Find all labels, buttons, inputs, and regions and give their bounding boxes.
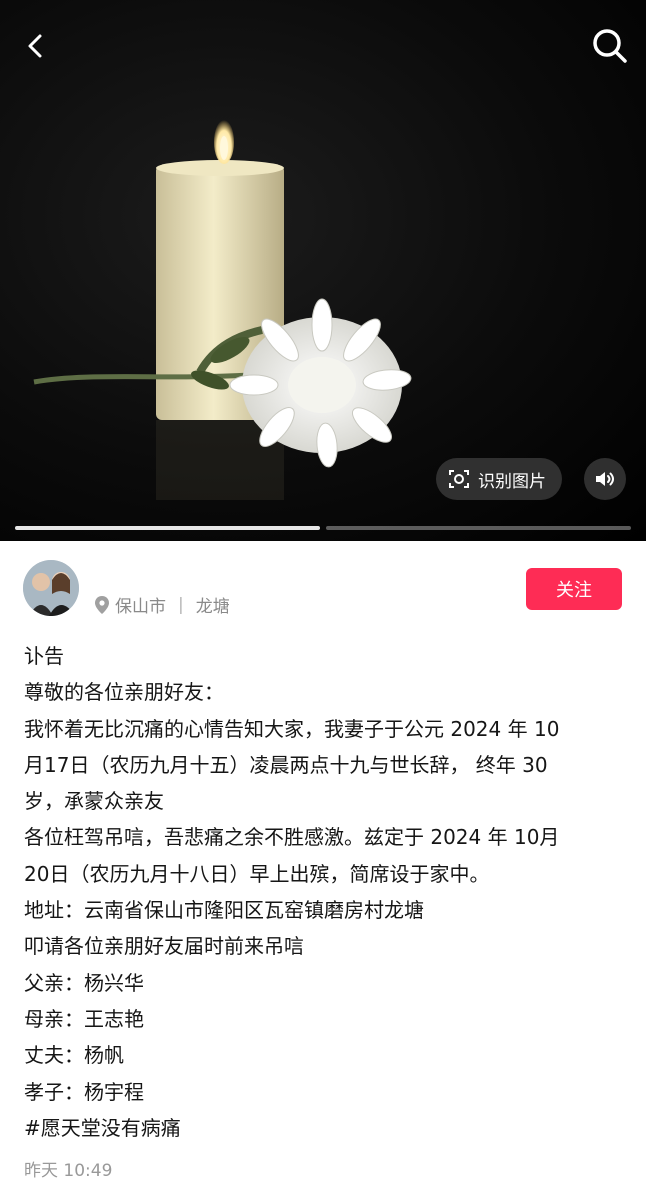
scan-icon bbox=[449, 470, 469, 488]
progress-segment bbox=[15, 526, 320, 530]
post-line: 丈夫：杨帆 bbox=[24, 1043, 124, 1068]
post-line: 岁，承蒙众亲友 bbox=[24, 789, 164, 814]
speaker-icon bbox=[596, 472, 614, 486]
post-line: 20日（农历九月十八日）早上出殡，简席设于家中。 bbox=[24, 861, 490, 886]
location-pin-icon bbox=[95, 595, 109, 614]
post-line: 我怀着无比沉痛的心情告知大家，我妻子于公元 2024 年 10 bbox=[24, 716, 560, 741]
post-line: 母亲：王志艳 bbox=[24, 1006, 144, 1031]
post-line: 讣告 bbox=[24, 644, 64, 668]
search-button[interactable] bbox=[586, 22, 634, 70]
follow-button[interactable]: 关注 bbox=[526, 568, 622, 610]
location-tag[interactable]: 保山市 | 龙塘 bbox=[95, 592, 230, 617]
image-viewer[interactable]: 识别图片 bbox=[0, 0, 646, 541]
avatar-photo bbox=[23, 560, 79, 616]
post-line: 尊敬的各位亲朋好友： bbox=[24, 680, 224, 705]
recognize-image-label: 识别图片 bbox=[478, 471, 546, 492]
image-progress bbox=[15, 526, 631, 530]
location-city: 保山市 bbox=[115, 597, 166, 617]
location-divider: | bbox=[178, 594, 184, 615]
sound-button[interactable] bbox=[584, 458, 626, 500]
location-area: 龙塘 bbox=[195, 597, 230, 617]
post-text: 讣告 尊敬的各位亲朋好友： 我怀着无比沉痛的心情告知大家，我妻子于公元 2024… bbox=[24, 638, 624, 1146]
back-button[interactable] bbox=[12, 22, 60, 70]
chevron-left-icon bbox=[28, 34, 42, 58]
post-line: 父亲：杨兴华 bbox=[24, 970, 144, 995]
post-line: 叩请各位亲朋好友届时前来吊唁 bbox=[24, 934, 304, 959]
post-line: 孝子：杨宇程 bbox=[24, 1079, 144, 1104]
post-line: 各位枉驾吊唁，吾悲痛之余不胜感激。兹定于 2024 年 10月 bbox=[24, 825, 560, 850]
post-line: 月17日（农历九月十五）凌晨两点十九与世长辞， 终年 30 bbox=[24, 752, 548, 777]
search-icon bbox=[593, 29, 627, 63]
progress-segment bbox=[326, 526, 631, 530]
post-line: 地址：云南省保山市隆阳区瓦窑镇磨房村龙塘 bbox=[24, 898, 424, 923]
hashtag-link[interactable]: #愿天堂没有病痛 bbox=[24, 1110, 624, 1146]
post-timestamp: 昨天 10:49 bbox=[24, 1161, 113, 1181]
recognize-image-button[interactable]: 识别图片 bbox=[436, 458, 562, 500]
avatar[interactable] bbox=[23, 560, 79, 616]
